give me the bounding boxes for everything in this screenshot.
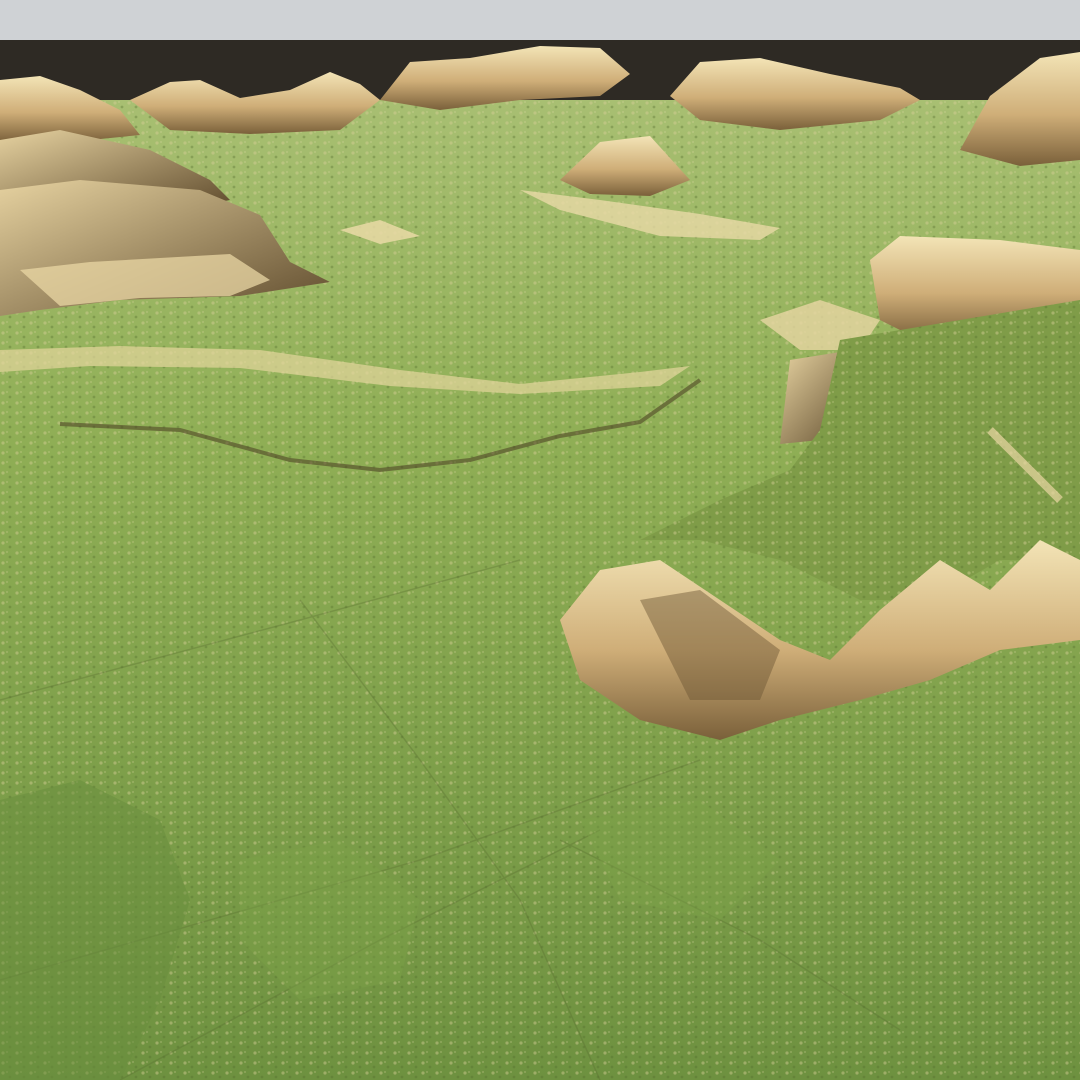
terrain-render-scene [0, 0, 1080, 1080]
terrain-surface [0, 46, 1080, 1080]
